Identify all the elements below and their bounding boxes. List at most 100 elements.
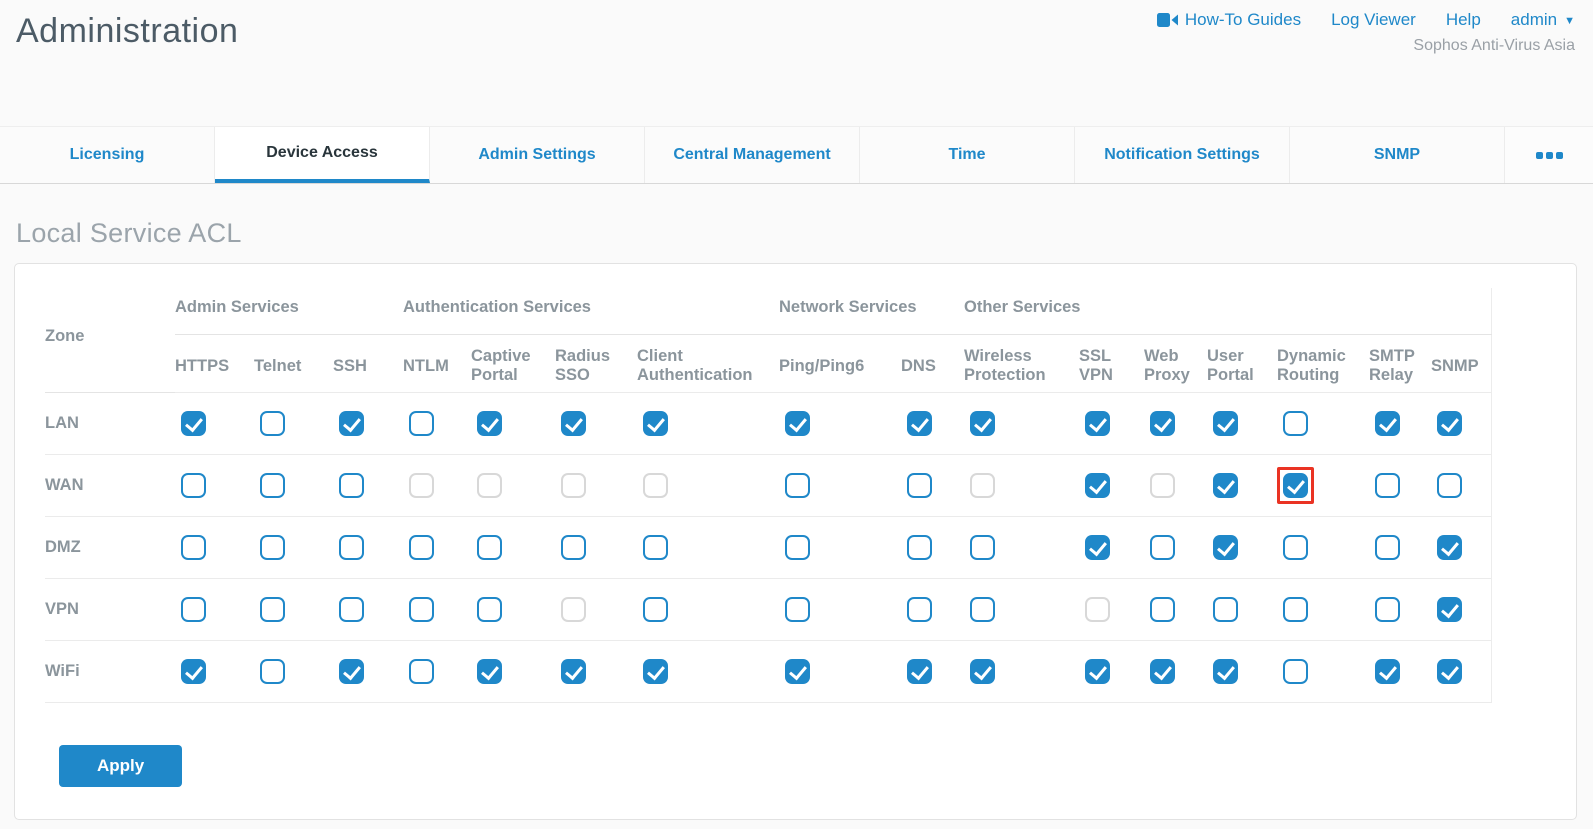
checkbox-dmz-web-proxy[interactable] bbox=[1144, 529, 1181, 566]
unchecked-checkbox-icon bbox=[1283, 659, 1308, 684]
checkbox-wan-https[interactable] bbox=[175, 467, 212, 504]
checkbox-dmz-smtp-relay[interactable] bbox=[1369, 529, 1406, 566]
checkbox-vpn-ntlm[interactable] bbox=[403, 591, 440, 628]
checkbox-lan-wireless-protection[interactable] bbox=[964, 405, 1001, 442]
checkbox-lan-dynamic-routing[interactable] bbox=[1277, 405, 1314, 442]
checkbox-lan-client-authentication[interactable] bbox=[637, 405, 674, 442]
checkbox-dmz-ping-ping6[interactable] bbox=[779, 529, 816, 566]
checkbox-lan-smtp-relay[interactable] bbox=[1369, 405, 1406, 442]
log-viewer-link[interactable]: Log Viewer bbox=[1331, 10, 1416, 30]
checkbox-wan-ssl-vpn[interactable] bbox=[1079, 467, 1116, 504]
checked-checkbox-icon bbox=[1213, 659, 1238, 684]
checkbox-lan-ssl-vpn[interactable] bbox=[1079, 405, 1116, 442]
checkbox-dmz-user-portal[interactable] bbox=[1207, 529, 1244, 566]
checkbox-wifi-radius-sso[interactable] bbox=[555, 653, 592, 690]
checkbox-lan-user-portal[interactable] bbox=[1207, 405, 1244, 442]
checkbox-vpn-snmp[interactable] bbox=[1431, 591, 1468, 628]
apply-button[interactable]: Apply bbox=[59, 745, 182, 787]
checkbox-dmz-captive-portal[interactable] bbox=[471, 529, 508, 566]
checkbox-vpn-dynamic-routing[interactable] bbox=[1277, 591, 1314, 628]
checkbox-vpn-wireless-protection[interactable] bbox=[964, 591, 1001, 628]
checkbox-wan-snmp[interactable] bbox=[1431, 467, 1468, 504]
group-header-authentication-services: Authentication Services bbox=[403, 288, 779, 334]
checkbox-lan-web-proxy[interactable] bbox=[1144, 405, 1181, 442]
checkbox-lan-ping-ping6[interactable] bbox=[779, 405, 816, 442]
checkbox-dmz-wireless-protection[interactable] bbox=[964, 529, 1001, 566]
checkbox-dmz-ssh[interactable] bbox=[333, 529, 370, 566]
checkbox-dmz-snmp[interactable] bbox=[1431, 529, 1468, 566]
checkbox-lan-ssh[interactable] bbox=[333, 405, 370, 442]
checkbox-dmz-https[interactable] bbox=[175, 529, 212, 566]
checked-checkbox-icon bbox=[1437, 659, 1462, 684]
checkbox-dmz-telnet[interactable] bbox=[254, 529, 291, 566]
checkbox-wifi-smtp-relay[interactable] bbox=[1369, 653, 1406, 690]
checkbox-wifi-client-authentication[interactable] bbox=[637, 653, 674, 690]
checkbox-wan-user-portal[interactable] bbox=[1207, 467, 1244, 504]
checkbox-lan-telnet[interactable] bbox=[254, 405, 291, 442]
checkbox-vpn-web-proxy[interactable] bbox=[1144, 591, 1181, 628]
checkbox-dmz-ntlm[interactable] bbox=[403, 529, 440, 566]
checkbox-wifi-https[interactable] bbox=[175, 653, 212, 690]
acl-table-body: LANWANDMZVPNWiFi bbox=[45, 392, 1491, 702]
checkbox-vpn-telnet[interactable] bbox=[254, 591, 291, 628]
tab-licensing[interactable]: Licensing bbox=[0, 127, 215, 183]
zone-label-lan: LAN bbox=[45, 392, 175, 454]
more-tabs-button[interactable] bbox=[1505, 127, 1593, 183]
checkbox-dmz-client-authentication[interactable] bbox=[637, 529, 674, 566]
checkbox-lan-ntlm[interactable] bbox=[403, 405, 440, 442]
zone-row-wan: WAN bbox=[45, 454, 1491, 516]
checked-checkbox-icon bbox=[1213, 535, 1238, 560]
checkbox-wifi-snmp[interactable] bbox=[1431, 653, 1468, 690]
checkbox-wifi-ping-ping6[interactable] bbox=[779, 653, 816, 690]
unchecked-checkbox-icon bbox=[1283, 597, 1308, 622]
checkbox-wan-dns[interactable] bbox=[901, 467, 938, 504]
checkbox-wifi-wireless-protection[interactable] bbox=[964, 653, 1001, 690]
tab-central-management[interactable]: Central Management bbox=[645, 127, 860, 183]
checkbox-vpn-client-authentication[interactable] bbox=[637, 591, 674, 628]
checkbox-lan-https[interactable] bbox=[175, 405, 212, 442]
checkbox-wifi-telnet[interactable] bbox=[254, 653, 291, 690]
checkbox-vpn-captive-portal[interactable] bbox=[471, 591, 508, 628]
tab-time[interactable]: Time bbox=[860, 127, 1075, 183]
checkbox-vpn-smtp-relay[interactable] bbox=[1369, 591, 1406, 628]
checked-checkbox-icon bbox=[907, 659, 932, 684]
checkbox-wan-smtp-relay[interactable] bbox=[1369, 467, 1406, 504]
checkbox-dmz-dns[interactable] bbox=[901, 529, 938, 566]
admin-menu[interactable]: admin ▼ bbox=[1511, 10, 1575, 30]
checkbox-dmz-ssl-vpn[interactable] bbox=[1079, 529, 1116, 566]
checkbox-dmz-dynamic-routing[interactable] bbox=[1277, 529, 1314, 566]
how-to-guides-link[interactable]: How-To Guides bbox=[1157, 10, 1301, 30]
checkbox-wan-telnet[interactable] bbox=[254, 467, 291, 504]
checkbox-wifi-dns[interactable] bbox=[901, 653, 938, 690]
checkbox-lan-dns[interactable] bbox=[901, 405, 938, 442]
checkbox-lan-snmp[interactable] bbox=[1431, 405, 1468, 442]
checkbox-lan-captive-portal[interactable] bbox=[471, 405, 508, 442]
checkbox-vpn-dns[interactable] bbox=[901, 591, 938, 628]
checkbox-vpn-ping-ping6[interactable] bbox=[779, 591, 816, 628]
checkbox-vpn-https[interactable] bbox=[175, 591, 212, 628]
checkbox-wifi-ssh[interactable] bbox=[333, 653, 370, 690]
checkbox-wifi-user-portal[interactable] bbox=[1207, 653, 1244, 690]
checkbox-wifi-ssl-vpn[interactable] bbox=[1079, 653, 1116, 690]
checkbox-vpn-user-portal[interactable] bbox=[1207, 591, 1244, 628]
checkbox-wifi-web-proxy[interactable] bbox=[1144, 653, 1181, 690]
checkbox-wifi-captive-portal[interactable] bbox=[471, 653, 508, 690]
tab-notification-settings[interactable]: Notification Settings bbox=[1075, 127, 1290, 183]
tab-snmp[interactable]: SNMP bbox=[1290, 127, 1505, 183]
checkbox-wifi-ntlm[interactable] bbox=[403, 653, 440, 690]
acl-table: ZoneAdmin ServicesAuthentication Service… bbox=[45, 288, 1492, 703]
unchecked-checkbox-icon bbox=[339, 597, 364, 622]
checkbox-vpn-ssh[interactable] bbox=[333, 591, 370, 628]
unchecked-checkbox-icon bbox=[477, 535, 502, 560]
tab-admin-settings[interactable]: Admin Settings bbox=[430, 127, 645, 183]
checkbox-wan-ping-ping6[interactable] bbox=[779, 467, 816, 504]
checkbox-wifi-dynamic-routing[interactable] bbox=[1277, 653, 1314, 690]
checkbox-lan-radius-sso[interactable] bbox=[555, 405, 592, 442]
help-label: Help bbox=[1446, 10, 1481, 30]
checkbox-wan-ssh[interactable] bbox=[333, 467, 370, 504]
help-link[interactable]: Help bbox=[1446, 10, 1481, 30]
tab-device-access[interactable]: Device Access bbox=[215, 127, 430, 183]
unchecked-checkbox-icon bbox=[907, 597, 932, 622]
checkbox-wan-dynamic-routing[interactable] bbox=[1277, 467, 1314, 504]
checkbox-dmz-radius-sso[interactable] bbox=[555, 529, 592, 566]
